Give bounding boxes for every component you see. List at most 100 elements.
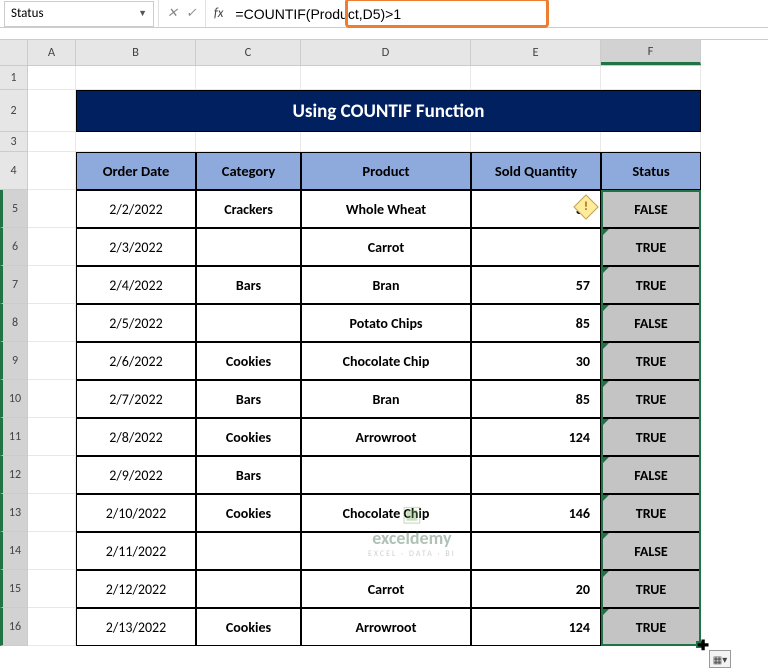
cell[interactable] [196, 66, 301, 90]
cell-status[interactable]: TRUE [601, 380, 701, 418]
cell-date[interactable]: 2/8/2022 [76, 418, 196, 456]
col-header[interactable]: B [76, 40, 196, 65]
cell-date[interactable]: 2/2/2022 [76, 190, 196, 228]
cell-status[interactable]: TRUE [601, 266, 701, 304]
fx-icon[interactable]: fx [206, 6, 232, 21]
cell-category[interactable] [196, 228, 301, 266]
cell[interactable] [28, 304, 76, 342]
cell[interactable] [301, 66, 471, 90]
cell-date[interactable]: 2/10/2022 [76, 494, 196, 532]
row-header[interactable]: 15 [0, 570, 28, 608]
header-category[interactable]: Category [196, 152, 301, 190]
cell[interactable] [28, 570, 76, 608]
cell-category[interactable]: Crackers [196, 190, 301, 228]
cell[interactable] [76, 132, 196, 152]
cell-category[interactable]: Bars [196, 380, 301, 418]
cell[interactable] [471, 66, 601, 90]
cell[interactable] [76, 66, 196, 90]
row-header[interactable]: 7 [0, 266, 28, 304]
dropdown-icon[interactable]: ▼ [138, 8, 147, 19]
cell-category[interactable]: Bars [196, 456, 301, 494]
cell-product[interactable] [301, 456, 471, 494]
cell[interactable] [471, 132, 601, 152]
cell[interactable] [28, 418, 76, 456]
row-header[interactable]: 12 [0, 456, 28, 494]
cell-status[interactable]: TRUE [601, 342, 701, 380]
cell-category[interactable]: Cookies [196, 494, 301, 532]
row-header[interactable]: 3 [0, 132, 28, 152]
cell[interactable] [28, 190, 76, 228]
row-header[interactable]: 4 [0, 152, 28, 190]
cell-date[interactable]: 2/13/2022 [76, 608, 196, 646]
cell[interactable] [28, 228, 76, 266]
autofill-options-button[interactable]: ▦▾ [709, 650, 731, 668]
cell-date[interactable]: 2/5/2022 [76, 304, 196, 342]
row-header[interactable]: 2 [0, 90, 28, 132]
cell-qty[interactable]: 124 [471, 608, 601, 646]
cell-status[interactable]: TRUE [601, 228, 701, 266]
header-order-date[interactable]: Order Date [76, 152, 196, 190]
cell[interactable] [28, 66, 76, 90]
cell[interactable] [28, 152, 76, 190]
col-header[interactable]: D [301, 40, 471, 65]
header-product[interactable]: Product [301, 152, 471, 190]
cell-date[interactable]: 2/9/2022 [76, 456, 196, 494]
cell-qty[interactable] [471, 456, 601, 494]
cell[interactable] [28, 90, 76, 132]
cell-date[interactable]: 2/4/2022 [76, 266, 196, 304]
cell-status[interactable]: FALSE [601, 304, 701, 342]
cell-category[interactable] [196, 532, 301, 570]
cell[interactable] [28, 532, 76, 570]
row-header[interactable]: 13 [0, 494, 28, 532]
row-header[interactable]: 8 [0, 304, 28, 342]
cell-status[interactable]: TRUE [601, 570, 701, 608]
cell[interactable] [301, 132, 471, 152]
cell-qty[interactable]: 124 [471, 418, 601, 456]
col-header[interactable]: E [471, 40, 601, 65]
cell-product[interactable]: Arrowroot [301, 608, 471, 646]
cell-date[interactable]: 2/12/2022 [76, 570, 196, 608]
cell[interactable] [601, 66, 701, 90]
cell-category[interactable] [196, 570, 301, 608]
cell[interactable] [196, 132, 301, 152]
row-header[interactable]: 14 [0, 532, 28, 570]
row-header[interactable]: 1 [0, 66, 28, 90]
cell-product[interactable] [301, 532, 471, 570]
title-cell[interactable]: Using COUNTIF Function [76, 90, 701, 132]
cell[interactable] [28, 132, 76, 152]
cell[interactable] [28, 456, 76, 494]
cell-qty[interactable]: 85 [471, 304, 601, 342]
cell-category[interactable] [196, 304, 301, 342]
cell-category[interactable]: Bars [196, 266, 301, 304]
row-header[interactable]: 16 [0, 608, 28, 646]
cell-product[interactable]: Chocolate Chip [301, 494, 471, 532]
cell-qty[interactable]: 85 [471, 380, 601, 418]
cell-date[interactable]: 2/11/2022 [76, 532, 196, 570]
cell-category[interactable]: Cookies [196, 608, 301, 646]
cell-status[interactable]: FALSE [601, 190, 701, 228]
col-header[interactable]: C [196, 40, 301, 65]
cell-product[interactable]: Potato Chips [301, 304, 471, 342]
cell-product[interactable]: Bran [301, 266, 471, 304]
col-header[interactable]: F [601, 40, 701, 65]
row-header[interactable]: 5 [0, 190, 28, 228]
cell-product[interactable]: Carrot [301, 228, 471, 266]
cell-status[interactable]: TRUE [601, 494, 701, 532]
cell-category[interactable]: Cookies [196, 418, 301, 456]
name-box[interactable]: Status ▼ [4, 1, 154, 27]
cell-date[interactable]: 2/7/2022 [76, 380, 196, 418]
cell-qty[interactable] [471, 228, 601, 266]
col-header[interactable]: A [28, 40, 76, 65]
cell[interactable] [28, 608, 76, 646]
cell-category[interactable]: Cookies [196, 342, 301, 380]
row-header[interactable]: 10 [0, 380, 28, 418]
enter-icon[interactable]: ✓ [186, 6, 197, 21]
cell-product[interactable]: Chocolate Chip [301, 342, 471, 380]
header-sold-qty[interactable]: Sold Quantity [471, 152, 601, 190]
cell-status[interactable]: FALSE [601, 456, 701, 494]
formula-input[interactable] [231, 1, 768, 27]
cell-product[interactable]: Arrowroot [301, 418, 471, 456]
cell[interactable] [28, 342, 76, 380]
cancel-icon[interactable]: ✕ [167, 6, 178, 21]
cell-status[interactable]: TRUE [601, 418, 701, 456]
